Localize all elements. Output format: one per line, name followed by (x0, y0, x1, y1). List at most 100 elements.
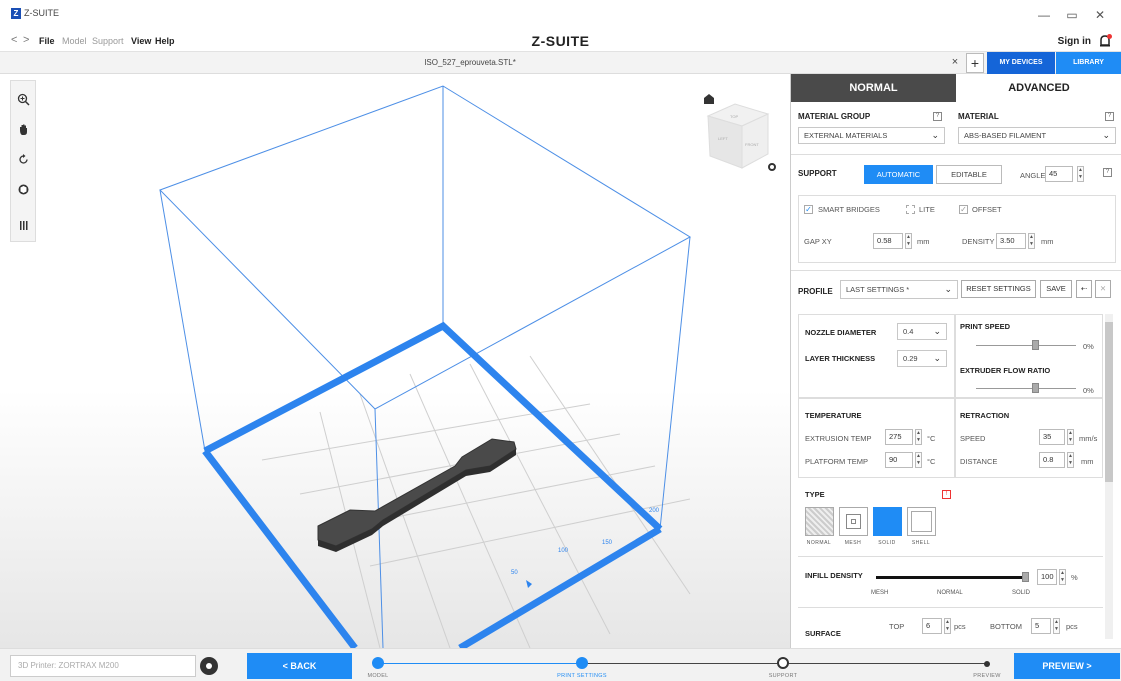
restore-button[interactable]: ▭ (1064, 8, 1080, 22)
scene-canvas[interactable]: 50 100 150 200 x TOP FRONT LEFT (0, 74, 790, 648)
minimize-button[interactable]: — (1036, 8, 1052, 22)
zoom-tool-button[interactable] (11, 87, 35, 111)
library-button[interactable]: LIBRARY (1056, 52, 1121, 74)
surface-top-input[interactable]: 6 (922, 618, 942, 634)
type-normal-caption: NORMAL (806, 540, 832, 546)
smart-bridges-checkbox[interactable]: ✓ (804, 205, 813, 214)
menu-view[interactable]: View (131, 36, 151, 46)
angle-spinner[interactable]: ▲ ▼ (1077, 166, 1084, 182)
surface-bottom-spinner[interactable]: ▲ ▼ (1053, 618, 1060, 634)
view-settings-gear-icon[interactable] (768, 163, 776, 171)
menu-model[interactable]: Model (62, 36, 87, 46)
view-mode-tool-button[interactable] (11, 177, 35, 201)
divider (798, 607, 1103, 608)
settings-scrollbar-thumb[interactable] (1105, 322, 1113, 482)
infill-density-slider-thumb[interactable] (1022, 572, 1029, 582)
file-tab[interactable]: ISO_527_eprouveta.STL* (0, 58, 940, 67)
reset-settings-button[interactable]: RESET SETTINGS (961, 280, 1036, 298)
step-preview-dot[interactable] (984, 661, 990, 667)
menu-file[interactable]: File (39, 36, 55, 46)
offset-checkbox[interactable]: ✓ (959, 205, 968, 214)
support-editable-button[interactable]: EDITABLE (936, 165, 1002, 184)
type-info-icon[interactable]: ! (942, 490, 951, 499)
step-support-dot[interactable] (777, 657, 789, 669)
menu-help[interactable]: Help (155, 36, 175, 46)
print-speed-slider-thumb[interactable] (1032, 340, 1039, 350)
retraction-speed-spinner[interactable]: ▲ ▼ (1067, 429, 1074, 445)
type-shell-option[interactable] (907, 507, 936, 536)
step-print-settings-dot[interactable] (576, 657, 588, 669)
close-tab-button[interactable]: × (947, 56, 963, 68)
support-density-spinner[interactable]: ▲ ▼ (1028, 233, 1035, 249)
surface-bottom-unit: pcs (1066, 622, 1078, 631)
home-view-icon[interactable] (704, 94, 714, 104)
retraction-distance-input[interactable]: 0.8 (1039, 452, 1065, 468)
pan-tool-button[interactable] (11, 117, 35, 141)
extrusion-temp-input[interactable]: 275 (885, 429, 913, 445)
retraction-speed-input[interactable]: 35 (1039, 429, 1065, 445)
nozzle-diameter-select[interactable]: 0.4 ⌄ (897, 323, 947, 340)
view-cube[interactable]: TOP FRONT LEFT (706, 103, 770, 169)
support-info-icon[interactable]: ? (1103, 168, 1112, 177)
flow-slider-track[interactable] (976, 388, 1076, 389)
material-group-label: MATERIAL GROUP (798, 112, 871, 121)
add-tab-button[interactable]: + (966, 53, 984, 73)
material-info-icon[interactable]: ? (1105, 112, 1114, 121)
file-tab-row: ISO_527_eprouveta.STL* × + MY DEVICES LI… (0, 52, 1121, 74)
lite-checkbox[interactable] (906, 205, 915, 214)
delete-profile-button[interactable]: ✕ (1095, 280, 1111, 298)
model-specimen[interactable] (317, 438, 517, 552)
printer-settings-icon[interactable] (200, 657, 218, 675)
type-solid-option[interactable] (873, 507, 902, 536)
print-speed-slider-track[interactable] (976, 345, 1076, 346)
print-speed-label: PRINT SPEED (960, 322, 1011, 331)
save-profile-button[interactable]: SAVE (1040, 280, 1072, 298)
smart-bridges-label: SMART BRIDGES (818, 205, 880, 214)
platform-temp-spinner[interactable]: ▲ ▼ (915, 452, 922, 468)
3d-viewport[interactable]: 50 100 150 200 x TOP FRONT LEFT (0, 74, 790, 648)
gap-xy-input[interactable]: 0.58 (873, 233, 903, 249)
my-devices-button[interactable]: MY DEVICES (987, 52, 1055, 74)
nav-forward-button[interactable]: > (23, 34, 29, 46)
close-window-button[interactable]: ✕ (1092, 8, 1108, 22)
menu-support[interactable]: Support (92, 36, 124, 46)
material-select[interactable]: ABS-BASED FILAMENT ⌄ (958, 127, 1116, 144)
platform-temp-label: PLATFORM TEMP (805, 457, 869, 466)
preview-button[interactable]: PREVIEW > (1014, 653, 1120, 679)
gap-xy-spinner[interactable]: ▲ ▼ (905, 233, 912, 249)
angle-input[interactable]: 45 (1045, 166, 1073, 182)
flow-slider-thumb[interactable] (1032, 383, 1039, 393)
extrusion-temp-spinner[interactable]: ▲ ▼ (915, 429, 922, 445)
material-group-select[interactable]: EXTERNAL MATERIALS ⌄ (798, 127, 945, 144)
bell-icon[interactable] (1097, 33, 1113, 49)
axis-label-x-near: 50 (511, 570, 518, 576)
nav-back-button[interactable]: < (11, 34, 17, 46)
tab-advanced[interactable]: ADVANCED (956, 74, 1121, 102)
platform-temp-input[interactable]: 90 (885, 452, 913, 468)
rotate-tool-button[interactable] (11, 147, 35, 171)
zoom-icon (17, 93, 30, 106)
support-automatic-button[interactable]: AUTOMATIC (864, 165, 933, 184)
app-logo-icon: Z (11, 8, 21, 19)
infill-density-input[interactable]: 100 (1037, 569, 1057, 585)
layer-thickness-select[interactable]: 0.29 ⌄ (897, 350, 947, 367)
surface-label: SURFACE (805, 629, 841, 638)
layers-tool-button[interactable] (11, 213, 35, 237)
surface-bottom-input[interactable]: 5 (1031, 618, 1051, 634)
step-model-dot[interactable] (372, 657, 384, 669)
infill-density-spinner[interactable]: ▲ ▼ (1059, 569, 1066, 585)
retraction-distance-spinner[interactable]: ▲ ▼ (1067, 452, 1074, 468)
support-density-input[interactable]: 3.50 (996, 233, 1026, 249)
back-button[interactable]: < BACK (247, 653, 352, 679)
sign-in-link[interactable]: Sign in (1058, 36, 1091, 47)
export-profile-button[interactable]: ⇠ (1076, 280, 1092, 298)
type-mesh-option[interactable] (839, 507, 868, 536)
tab-normal[interactable]: NORMAL (791, 74, 956, 102)
printer-select-field[interactable]: 3D Printer: ZORTRAX M200 (10, 655, 196, 677)
profile-select[interactable]: LAST SETTINGS * ⌄ (840, 280, 958, 299)
type-normal-option[interactable] (805, 507, 834, 536)
material-group-info-icon[interactable]: ? (933, 112, 942, 121)
surface-top-spinner[interactable]: ▲ ▼ (944, 618, 951, 634)
infill-density-slider-track[interactable] (876, 576, 1026, 579)
type-shell-caption: SHELL (911, 540, 931, 546)
